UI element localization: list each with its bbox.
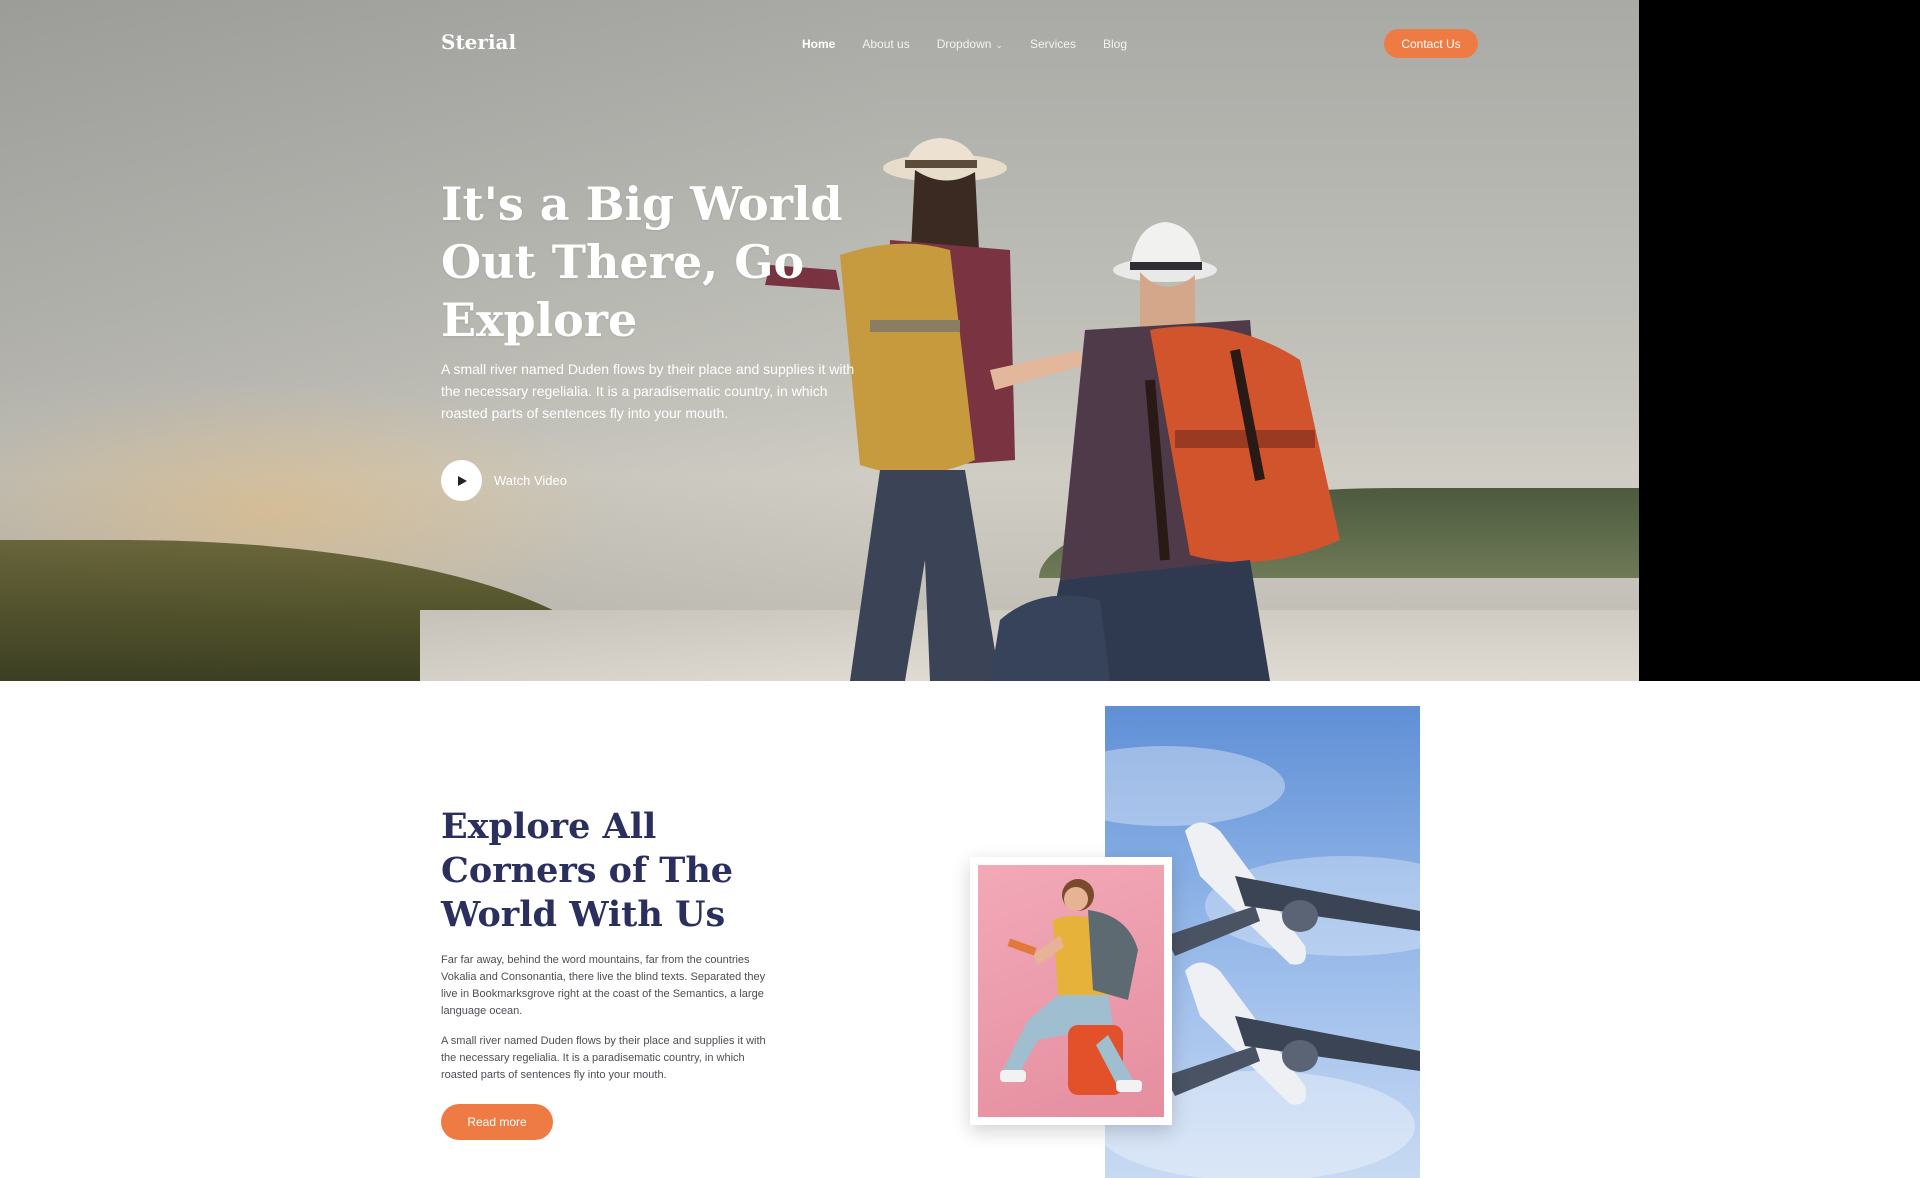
about-paragraph-2: A small river named Duden flows by their…: [441, 1035, 766, 1081]
hero-description: A small river named Duden flows by their…: [441, 361, 855, 421]
play-icon[interactable]: [441, 460, 482, 501]
hero-section: Sterial Home About us Dropdown ⌄ Services…: [0, 0, 1639, 681]
traveller-photo-card: [970, 857, 1172, 1125]
man-figure: [990, 222, 1340, 681]
about-title: Explore All Corners of The World With Us: [441, 806, 734, 935]
contact-us-button[interactable]: Contact Us: [1384, 29, 1478, 58]
main-nav: Home About us Dropdown ⌄ Services Blog: [802, 37, 1154, 51]
about-paragraph-1: Far far away, behind the word mountains,…: [441, 954, 766, 1017]
nav-item-dropdown-label: Dropdown: [936, 37, 992, 51]
nav-item-dropdown[interactable]: Dropdown ⌄: [937, 37, 1003, 51]
traveller-girl-image: [978, 865, 1164, 1117]
watch-video-button[interactable]: Watch Video: [441, 460, 567, 501]
brand-logo[interactable]: Sterial: [441, 30, 516, 54]
nav-item-blog[interactable]: Blog: [1103, 37, 1127, 51]
read-more-button[interactable]: Read more: [441, 1104, 553, 1140]
nav-item-about[interactable]: About us: [862, 37, 909, 51]
nav-item-services[interactable]: Services: [1030, 37, 1076, 51]
nav-item-home[interactable]: Home: [802, 37, 835, 51]
hero-title: It's a Big World Out There, Go Explore: [441, 177, 843, 347]
watch-video-label: Watch Video: [494, 473, 567, 488]
black-background-strip: [1639, 0, 1920, 681]
chevron-down-icon: ⌄: [995, 40, 1003, 50]
